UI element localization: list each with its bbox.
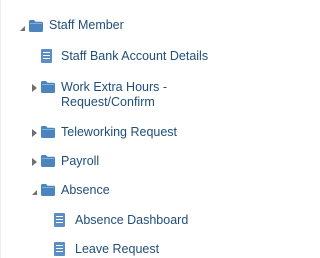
folder-icon	[41, 126, 55, 138]
collapsed-triangle-icon[interactable]	[32, 129, 37, 137]
tree-label-teleworking-request[interactable]: Teleworking Request	[61, 125, 177, 140]
navigation-tree: Staff Member Staff Bank Account Details …	[0, 0, 243, 258]
collapsed-triangle-icon[interactable]	[32, 84, 37, 92]
page-icon	[54, 213, 65, 227]
tree-label-absence-dashboard[interactable]: Absence Dashboard	[75, 213, 188, 228]
tree-node-work-extra-hours[interactable]: Work Extra Hours - Request/Confirm	[1, 80, 244, 114]
tree-label-leave-request[interactable]: Leave Request	[75, 242, 159, 257]
folder-icon	[29, 20, 43, 32]
expanded-triangle-icon[interactable]	[20, 26, 25, 31]
tree-node-teleworking-request[interactable]: Teleworking Request	[1, 125, 244, 143]
tree-label-absence[interactable]: Absence	[61, 183, 110, 198]
collapsed-triangle-icon[interactable]	[32, 158, 37, 166]
folder-icon	[41, 81, 55, 93]
expanded-triangle-icon[interactable]	[32, 190, 37, 195]
tree-node-leave-request[interactable]: Leave Request	[1, 241, 244, 258]
tree-label-work-extra-hours[interactable]: Work Extra Hours - Request/Confirm	[61, 80, 221, 110]
page-icon	[54, 242, 65, 256]
tree-label-staff-member[interactable]: Staff Member	[49, 18, 124, 33]
page-icon	[41, 49, 52, 63]
tree-node-absence[interactable]: Absence	[1, 183, 244, 201]
folder-icon	[41, 155, 55, 167]
folder-icon	[41, 184, 55, 196]
tree-node-absence-dashboard[interactable]: Absence Dashboard	[1, 213, 244, 231]
tree-node-payroll[interactable]: Payroll	[1, 154, 244, 172]
tree-node-staff-bank-account-details[interactable]: Staff Bank Account Details	[1, 49, 244, 67]
tree-label-staff-bank-account-details[interactable]: Staff Bank Account Details	[61, 49, 208, 64]
tree-node-staff-member[interactable]: Staff Member	[1, 18, 244, 36]
tree-label-payroll[interactable]: Payroll	[61, 154, 99, 169]
